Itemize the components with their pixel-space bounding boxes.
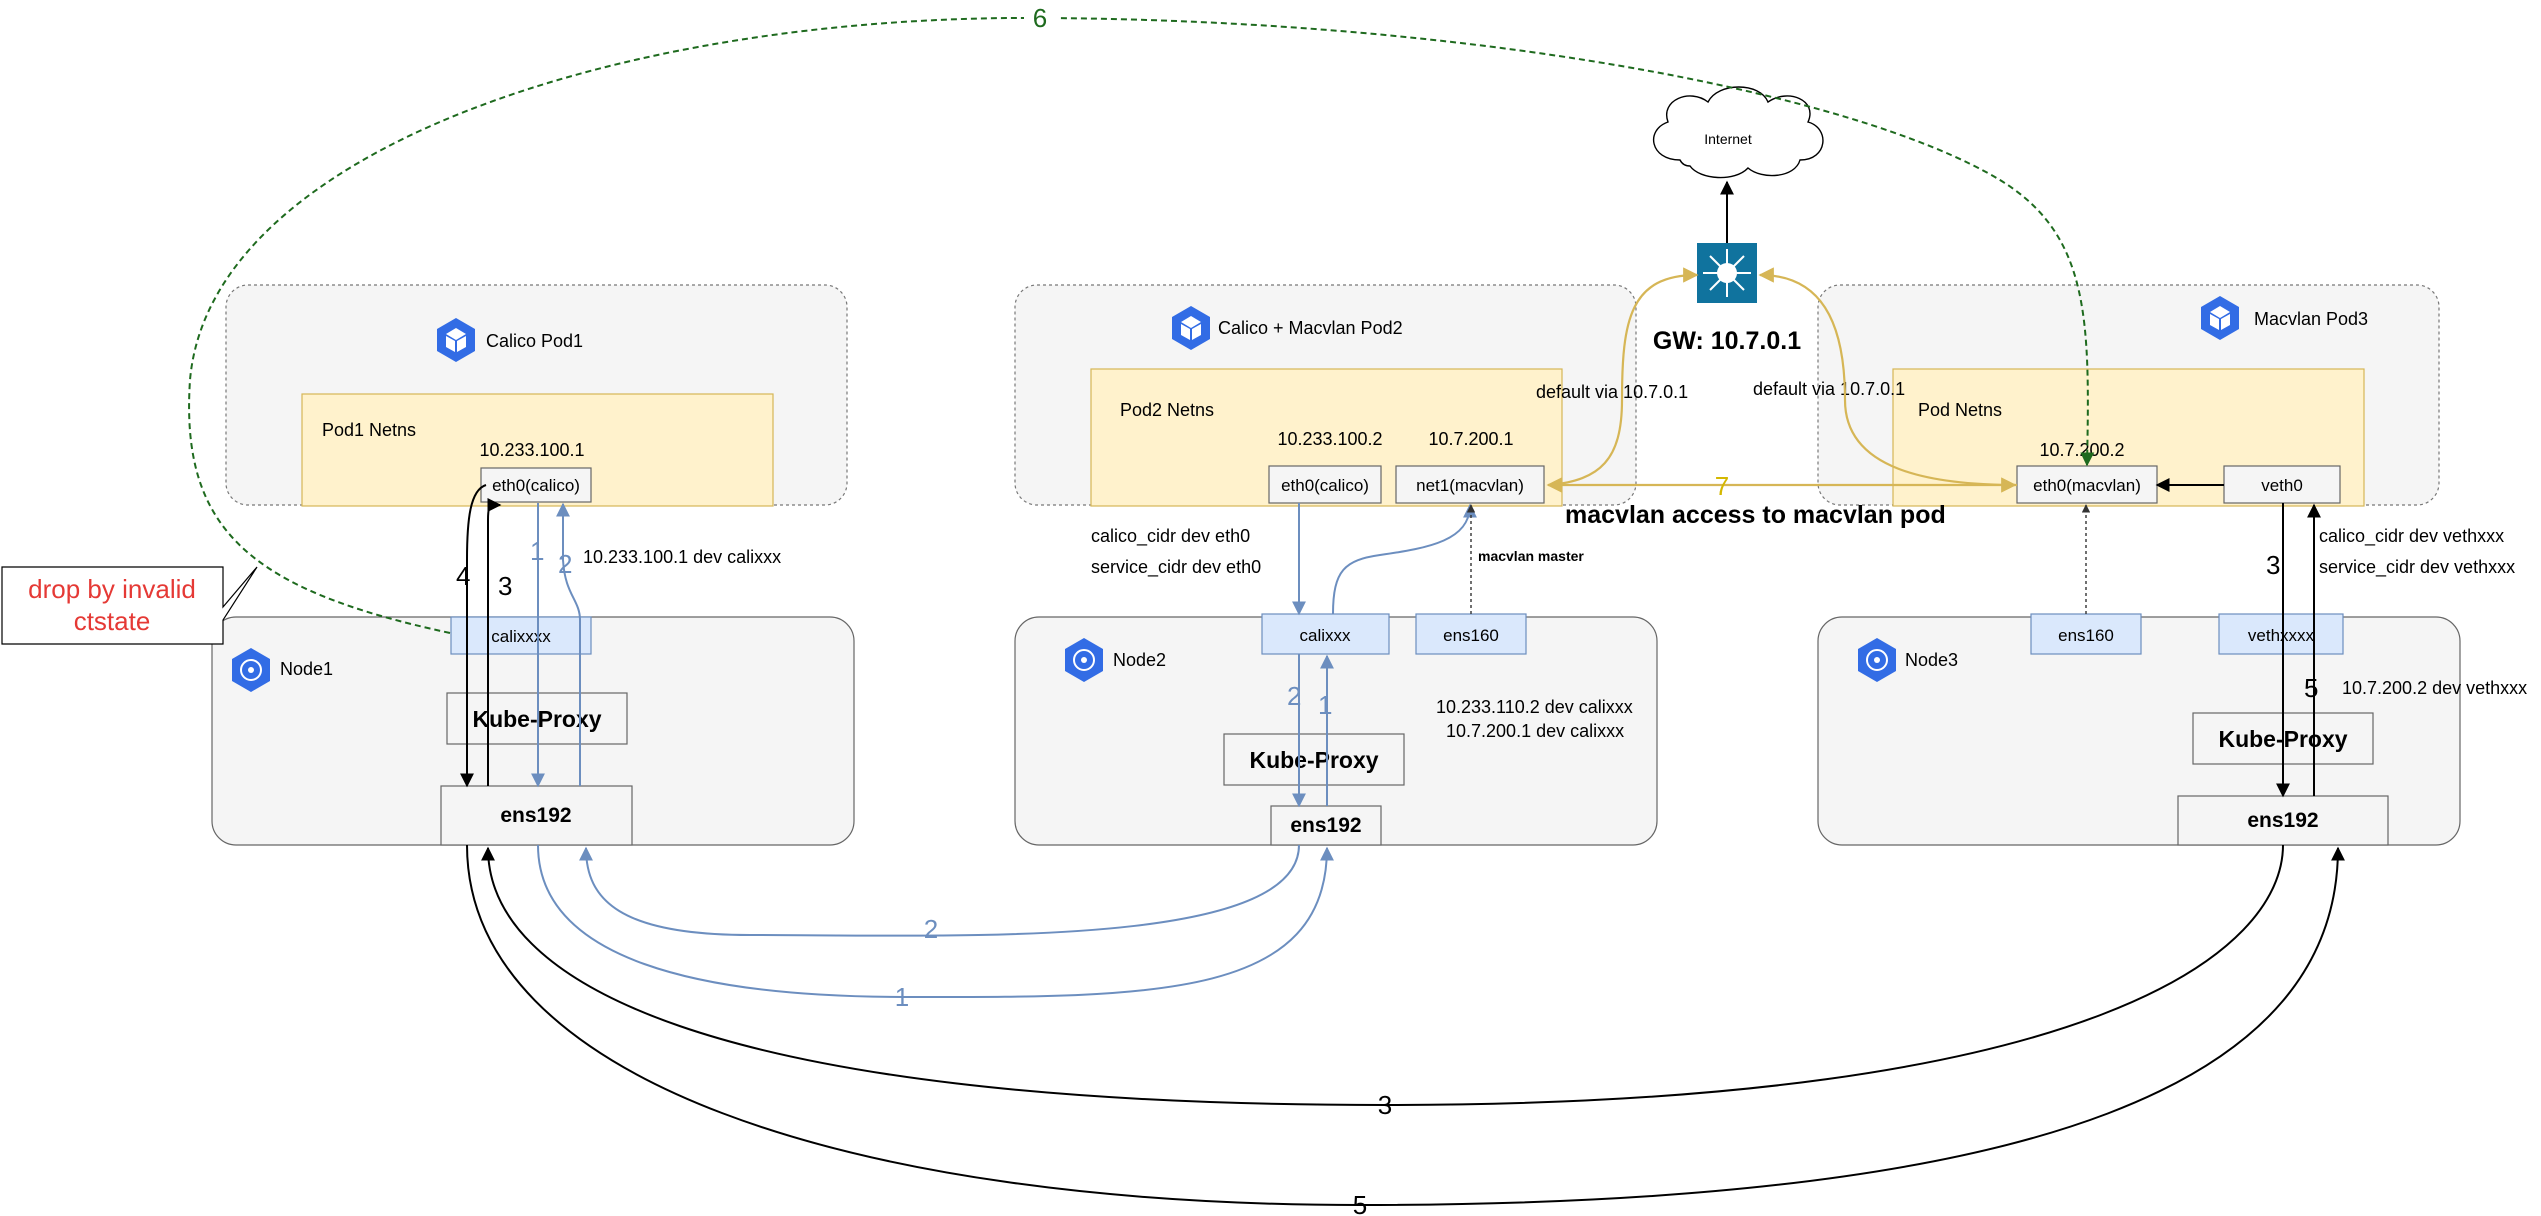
node2-label-1: 1: [1318, 690, 1332, 720]
pod3-route-a: calico_cidr dev vethxxx: [2319, 526, 2504, 547]
network-diagram: Calico Pod1 Calico + Macvlan Pod2 Macvla…: [1, 2, 2527, 1216]
callout-line1: drop by invalid: [28, 574, 196, 604]
pod2-title: Calico + Macvlan Pod2: [1218, 318, 1403, 338]
node2-label-2: 2: [1287, 681, 1301, 711]
node3-route: 10.7.200.2 dev vethxxx: [2342, 678, 2527, 698]
pod1-eth0-label: eth0(calico): [492, 476, 580, 495]
node2-cali-label: calixxx: [1299, 626, 1351, 645]
arc-black-label-5: 5: [1353, 1190, 1367, 1216]
node3-veth-label: vethxxxx: [2248, 626, 2315, 645]
pod2-eth0-label: eth0(calico): [1281, 476, 1369, 495]
node1-label-2: 2: [558, 549, 572, 579]
diagram-stage: Calico Pod1 Calico + Macvlan Pod2 Macvla…: [0, 0, 2541, 1216]
node2-title: Node2: [1113, 650, 1166, 670]
pod3-netns-label: Pod Netns: [1918, 400, 2002, 420]
node3-label-5: 5: [2304, 673, 2318, 703]
macvlan-master-label: macvlan master: [1478, 548, 1584, 564]
arc-blue-2: [579, 844, 1300, 937]
pod3-route-b: service_cidr dev vethxxx: [2319, 557, 2515, 578]
node2-ens192-label: ens192: [1290, 814, 1361, 837]
pod2-route-b: service_cidr dev eth0: [1091, 557, 1261, 578]
green-path-label: 6: [1033, 3, 1047, 33]
default-route-right: default via 10.7.0.1: [1753, 379, 1905, 399]
pod3-ip: 10.7.200.2: [2039, 440, 2124, 460]
node1-label-4: 4: [456, 561, 470, 591]
node1-cali-label: calixxxx: [491, 627, 551, 646]
gateway-switch-icon: [1697, 243, 1757, 303]
node3-ens192-label: ens192: [2247, 809, 2318, 832]
gateway-label: GW: 10.7.0.1: [1653, 327, 1801, 355]
node1-label-1: 1: [530, 536, 544, 566]
default-route-left: default via 10.7.0.1: [1536, 382, 1688, 402]
arc-blue-label-1: 1: [895, 982, 909, 1012]
node2-path-to-net1: [1332, 503, 1477, 615]
pod2-route-a: calico_cidr dev eth0: [1091, 526, 1250, 547]
node3-ens160-label: ens160: [2058, 626, 2114, 645]
pod1-ip: 10.233.100.1: [479, 440, 584, 460]
pod2-net1-label: net1(macvlan): [1416, 476, 1524, 495]
node1-label-3: 3: [498, 571, 512, 601]
pod3-eth0-label: eth0(macvlan): [2033, 476, 2141, 495]
pod3-title: Macvlan Pod3: [2254, 309, 2368, 329]
callout-line2: ctstate: [74, 606, 151, 636]
pod1-route: 10.233.100.1 dev calixxx: [583, 547, 781, 567]
node2-route-b: 10.7.200.1 dev calixxx: [1446, 721, 1624, 741]
arc-black-label-3: 3: [1378, 1090, 1392, 1120]
pod1-netns-label: Pod1 Netns: [322, 420, 416, 440]
pod1-title: Calico Pod1: [486, 331, 583, 351]
pod2-ip1: 10.233.100.2: [1277, 429, 1382, 449]
node3-label-3: 3: [2266, 550, 2280, 580]
pod2-netns-label: Pod2 Netns: [1120, 400, 1214, 420]
arc-blue-label-2: 2: [924, 914, 938, 944]
internet-label: Internet: [1704, 131, 1752, 147]
macvlan-access-label: macvlan access to macvlan pod: [1565, 501, 1946, 529]
node2-ens160-label: ens160: [1443, 626, 1499, 645]
node1-title: Node1: [280, 659, 333, 679]
arc-black-3: [481, 844, 2284, 1107]
pod2-ip2: 10.7.200.1: [1428, 429, 1513, 449]
macvlan-link-label: 7: [1715, 471, 1729, 501]
node3-title: Node3: [1905, 650, 1958, 670]
node2-route-a: 10.233.110.2 dev calixxx: [1436, 697, 1633, 717]
pod3-veth0-label: veth0: [2261, 476, 2303, 495]
arc-black-5: [466, 844, 2345, 1207]
node1-ens192-label: ens192: [500, 804, 571, 827]
node2-kubeproxy-label: Kube-Proxy: [1249, 747, 1378, 773]
